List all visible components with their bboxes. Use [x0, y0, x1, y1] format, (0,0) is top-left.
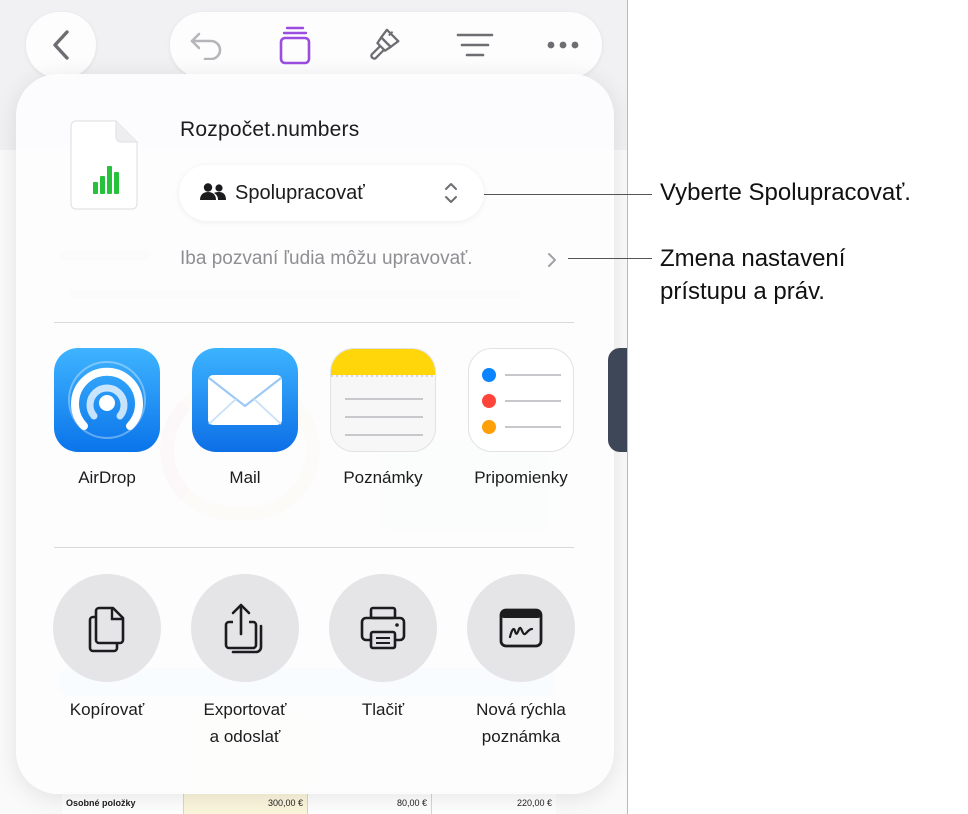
callout-access-line: prístupu a práv.	[660, 278, 825, 305]
format-button[interactable]	[366, 26, 404, 64]
share-app-label: AirDrop	[78, 468, 136, 487]
callout-leader-line	[568, 258, 652, 259]
print-button[interactable]: Tlačiť	[318, 574, 448, 723]
mail-icon	[192, 348, 298, 452]
table-cell: 220,00 €	[516, 798, 552, 808]
numbers-file-icon	[70, 120, 138, 210]
table-row: Osobné položky 300,00 € 80,00 € 220,00 €	[62, 792, 556, 814]
copy-icon	[88, 606, 125, 653]
callout-access: Zmena nastavení prístupu a práv.	[660, 242, 845, 308]
ipad-screen: Osobné položky 300,00 € 80,00 € 220,00 €	[0, 0, 628, 814]
action-label: Kopírovať	[69, 700, 145, 719]
share-app-reminders[interactable]: Pripomienky	[468, 348, 574, 488]
document-stack-icon	[279, 26, 311, 65]
collaborate-label: Spolupracovať	[235, 182, 365, 204]
action-label: Nová rýchla	[476, 700, 566, 719]
callout-collaborate: Vyberte Spolupracovať.	[660, 179, 911, 206]
quick-note-icon	[499, 608, 543, 648]
table-cell: Osobné položky	[62, 793, 184, 814]
printer-icon	[360, 606, 406, 650]
chevron-up-down-icon	[445, 183, 457, 203]
share-app-notes[interactable]: Poznámky	[330, 348, 436, 488]
action-label: Tlačiť	[361, 700, 405, 719]
back-button[interactable]	[26, 12, 96, 78]
share-app-more[interactable]	[608, 348, 627, 452]
ellipsis-icon	[547, 41, 579, 49]
share-app-label: Mail	[229, 468, 261, 487]
share-app-label: Poznámky	[343, 468, 423, 487]
chevron-left-icon	[53, 30, 69, 60]
share-app-airdrop[interactable]: AirDrop	[54, 348, 160, 488]
action-label: Exportovať	[203, 700, 287, 719]
lines-icon	[456, 33, 494, 57]
callout-access-line: Zmena nastavení	[660, 245, 846, 272]
paintbrush-icon	[370, 28, 400, 60]
more-button[interactable]	[544, 26, 582, 64]
people-icon	[200, 183, 226, 200]
undo-icon	[190, 32, 222, 60]
organize-button[interactable]	[456, 26, 494, 64]
toolbar	[170, 12, 602, 78]
file-name: Rozpočet.numbers	[180, 118, 360, 141]
collaborate-button[interactable]	[276, 26, 314, 65]
divider	[54, 547, 574, 548]
undo-button[interactable]	[188, 26, 226, 64]
access-permissions-link[interactable]: Iba pozvaní ľudia môžu upravovať.	[180, 248, 473, 270]
new-quick-note-button[interactable]: Nová rýchla poznámka	[456, 574, 586, 750]
notes-icon	[330, 348, 436, 452]
share-app-label: Pripomienky	[474, 468, 568, 487]
reminders-icon	[468, 348, 574, 452]
action-label: a odoslať	[209, 727, 281, 746]
screenshot: Osobné položky 300,00 € 80,00 € 220,00 €	[0, 0, 968, 814]
airdrop-icon	[54, 348, 160, 452]
callout-leader-line	[484, 194, 652, 195]
share-app-mail[interactable]: Mail	[192, 348, 298, 488]
chevron-right-icon	[548, 253, 556, 267]
table-cell: 80,00 €	[308, 793, 432, 814]
collaborate-popup-button[interactable]: Spolupracovať	[179, 165, 484, 221]
export-and-send-button[interactable]: Exportovať a odoslať	[180, 574, 310, 750]
action-label: poznámka	[481, 727, 561, 746]
copy-button[interactable]: Kopírovať	[42, 574, 172, 723]
divider	[54, 322, 574, 323]
share-sheet: Rozpočet.numbers Spolupracovať Iba pozva…	[16, 74, 627, 794]
export-icon	[224, 603, 263, 654]
table-cell: 300,00 €	[184, 793, 308, 814]
